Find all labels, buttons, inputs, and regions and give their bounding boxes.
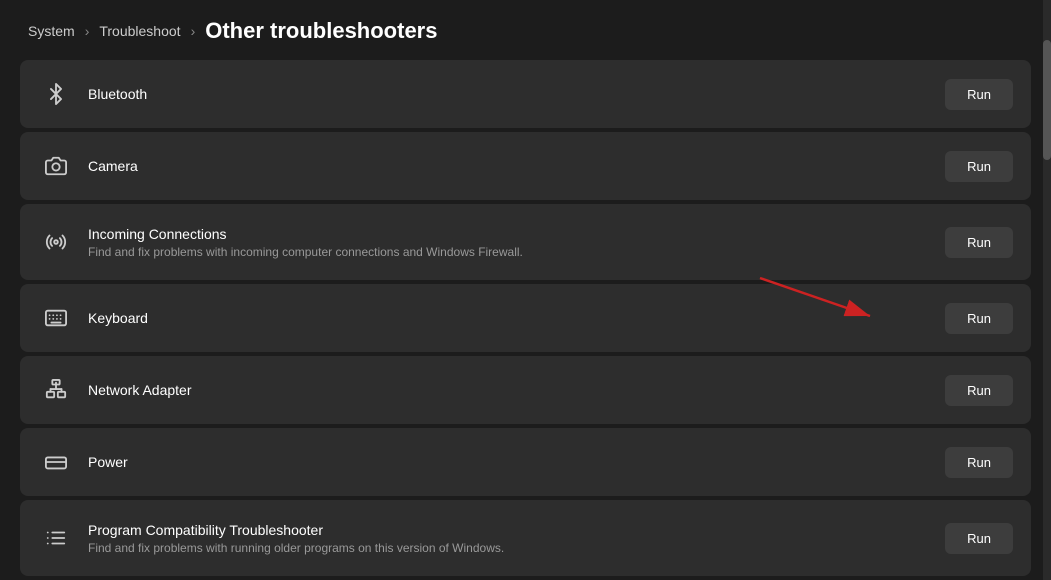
camera-title: Camera [88,158,945,174]
incoming-connections-title: Incoming Connections [88,226,945,242]
scrollbar[interactable] [1043,0,1051,580]
bluetooth-run-button[interactable]: Run [945,79,1013,110]
sep1: › [85,23,90,39]
list-item-incoming-connections: Incoming Connections Find and fix proble… [20,204,1031,280]
program-compatibility-run-button[interactable]: Run [945,523,1013,554]
incoming-connections-subtitle: Find and fix problems with incoming comp… [88,245,708,259]
scrollbar-thumb[interactable] [1043,40,1051,160]
camera-icon [38,148,74,184]
keyboard-text: Keyboard [74,310,945,326]
list-item-program-compatibility: Program Compatibility Troubleshooter Fin… [20,500,1031,576]
program-compatibility-icon [38,520,74,556]
troubleshooter-list: Bluetooth Run Camera Run Incoming Connec… [0,60,1051,576]
network-adapter-text: Network Adapter [74,382,945,398]
bluetooth-text: Bluetooth [74,86,945,102]
power-text: Power [74,454,945,470]
network-adapter-title: Network Adapter [88,382,945,398]
list-item-bluetooth: Bluetooth Run [20,60,1031,128]
keyboard-title: Keyboard [88,310,945,326]
list-item-camera: Camera Run [20,132,1031,200]
breadcrumb: System › Troubleshoot › Other troublesho… [0,0,1051,60]
program-compatibility-text: Program Compatibility Troubleshooter Fin… [74,522,945,555]
camera-run-button[interactable]: Run [945,151,1013,182]
list-item-keyboard: Keyboard Run [20,284,1031,352]
incoming-connections-text: Incoming Connections Find and fix proble… [74,226,945,259]
bluetooth-title: Bluetooth [88,86,945,102]
keyboard-icon [38,300,74,336]
bluetooth-icon [38,76,74,112]
program-compatibility-subtitle: Find and fix problems with running older… [88,541,708,555]
list-item-power: Power Run [20,428,1031,496]
incoming-connections-run-button[interactable]: Run [945,227,1013,258]
power-title: Power [88,454,945,470]
breadcrumb-system[interactable]: System [28,23,75,39]
sep2: › [191,23,196,39]
incoming-connections-icon [38,224,74,260]
program-compatibility-title: Program Compatibility Troubleshooter [88,522,945,538]
page-title: Other troubleshooters [205,18,437,44]
power-run-button[interactable]: Run [945,447,1013,478]
list-item-network-adapter: Network Adapter Run [20,356,1031,424]
breadcrumb-troubleshoot[interactable]: Troubleshoot [99,23,180,39]
network-adapter-run-button[interactable]: Run [945,375,1013,406]
power-icon [38,444,74,480]
network-adapter-icon [38,372,74,408]
camera-text: Camera [74,158,945,174]
keyboard-run-button[interactable]: Run [945,303,1013,334]
